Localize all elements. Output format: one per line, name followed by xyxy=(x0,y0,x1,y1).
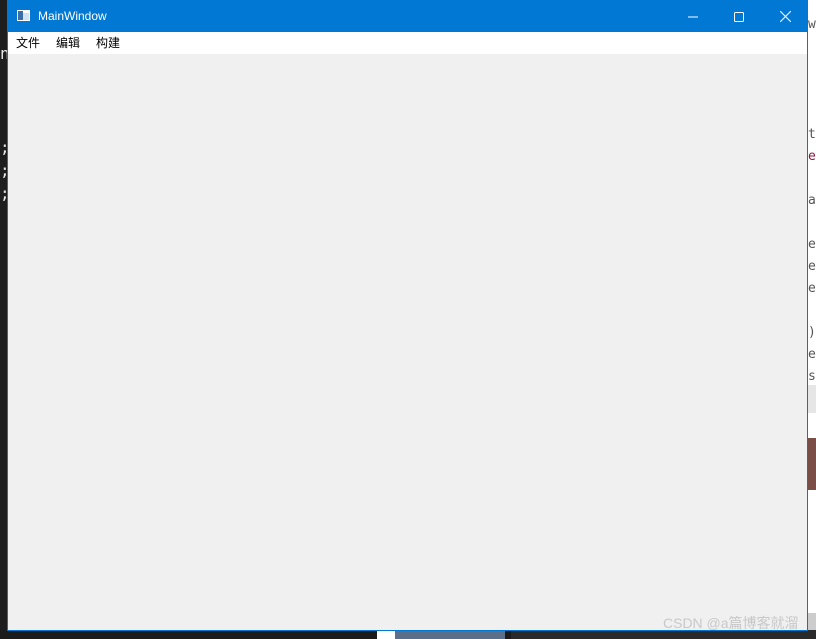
maximize-icon xyxy=(734,11,744,22)
close-icon xyxy=(779,11,791,22)
background-code-fragment: t xyxy=(808,127,816,142)
background-code-fragment: e } xyxy=(808,347,816,362)
background-code-fragment: en xyxy=(808,281,816,296)
background-image xyxy=(808,438,816,490)
main-window: MainWindow 文件 编辑 构建 xyxy=(7,0,808,631)
background-code-fragment: en xyxy=(808,259,816,274)
app-window-icon xyxy=(17,10,30,21)
menu-bar: 文件 编辑 构建 xyxy=(8,32,807,54)
background-code-fragment: a xyxy=(808,193,816,208)
close-button[interactable] xyxy=(762,1,808,32)
window-title: MainWindow xyxy=(38,9,107,23)
background-code-fragment: en xyxy=(808,237,816,252)
minimize-button[interactable] xyxy=(670,1,716,32)
background-code-fragment: ) xyxy=(808,325,816,340)
minimize-icon xyxy=(688,16,698,17)
menu-item-build[interactable]: 构建 xyxy=(89,32,127,54)
title-bar[interactable]: MainWindow xyxy=(8,1,807,32)
menu-item-edit[interactable]: 编辑 xyxy=(49,32,87,54)
watermark: CSDN @a篇博客就溜 xyxy=(663,615,799,631)
background-code-fragment: w xyxy=(808,17,816,32)
background-code-fragment: ew xyxy=(808,149,816,164)
background-editor-right: w t ew a en en en ) e } s } xyxy=(808,0,816,639)
background-panel xyxy=(808,385,816,413)
maximize-button[interactable] xyxy=(716,1,762,32)
window-client-area xyxy=(8,54,807,630)
background-code-fragment: s } xyxy=(808,369,816,384)
menu-item-file[interactable]: 文件 xyxy=(9,32,47,54)
